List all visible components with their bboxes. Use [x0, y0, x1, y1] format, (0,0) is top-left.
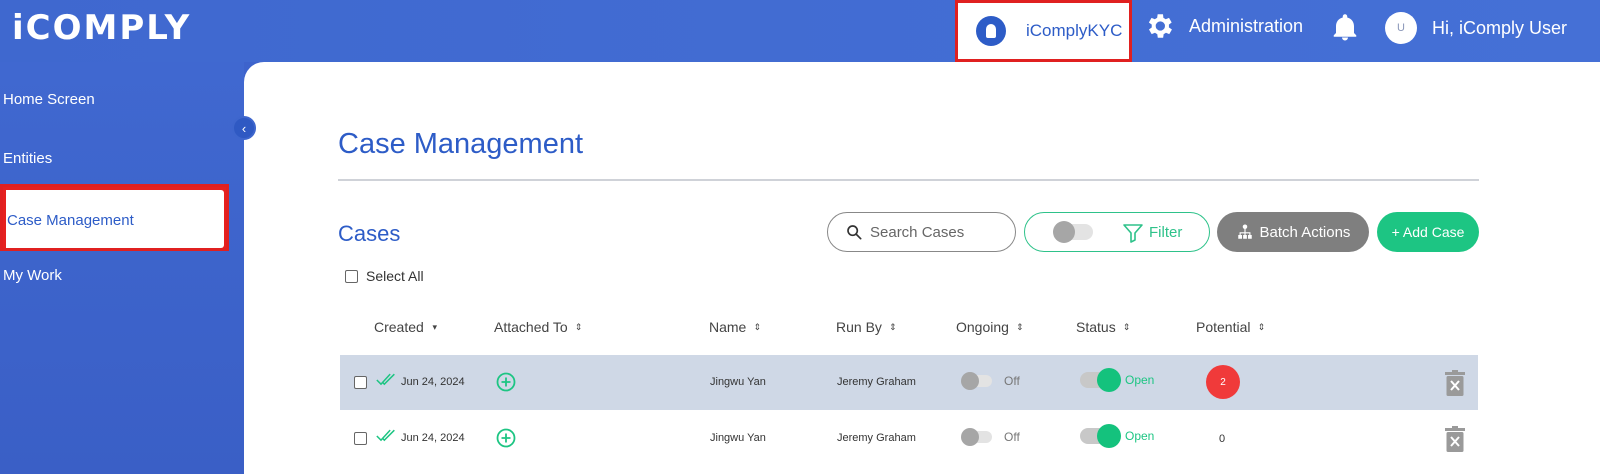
column-header-ongoing[interactable]: Ongoing ⇕: [956, 319, 1024, 335]
sidebar-item-label: Case Management: [7, 212, 134, 229]
sort-icon: ⇕: [574, 321, 583, 332]
sort-icon: ⇕: [1122, 321, 1131, 332]
cases-heading: Cases: [338, 221, 401, 246]
potential-badge[interactable]: 2: [1206, 365, 1240, 399]
ongoing-toggle[interactable]: [961, 428, 992, 446]
sidebar-item-my-work[interactable]: My Work: [3, 267, 62, 284]
status-toggle[interactable]: [1080, 368, 1121, 392]
select-all-checkbox[interactable]: [345, 269, 358, 283]
potential-value: 0: [1219, 433, 1226, 445]
trash-icon[interactable]: [1444, 426, 1466, 452]
sidebar-item-entities[interactable]: Entities: [3, 150, 52, 167]
kyc-label: iComplyKYC: [1026, 21, 1123, 40]
column-label: Run By: [836, 319, 882, 335]
created-date: Jun 24, 2024: [401, 432, 465, 444]
sort-down-icon: ▾: [432, 321, 438, 332]
run-by: Jeremy Graham: [837, 432, 916, 444]
run-by: Jeremy Graham: [837, 376, 916, 388]
add-attachment-icon[interactable]: [496, 428, 516, 448]
avatar: U: [1385, 12, 1417, 44]
page-title: Case Management: [338, 128, 584, 160]
trash-icon[interactable]: [1444, 370, 1466, 396]
sidebar-item-home-screen[interactable]: Home Screen: [3, 91, 95, 108]
column-label: Created: [374, 319, 424, 335]
filter-button[interactable]: Filter: [1024, 212, 1210, 252]
ongoing-toggle[interactable]: [961, 372, 992, 390]
double-check-icon: [376, 429, 395, 442]
column-header-run-by[interactable]: Run By ⇕: [836, 319, 897, 335]
user-greeting: Hi, iComply User: [1432, 17, 1568, 38]
sort-icon: ⇕: [1016, 321, 1024, 332]
funnel-icon: [1123, 224, 1143, 243]
batch-actions-button[interactable]: Batch Actions: [1217, 212, 1369, 252]
sidebar: Home Screen Entities Case Management My …: [0, 62, 244, 474]
ongoing-label: Off: [1004, 374, 1020, 388]
column-header-name[interactable]: Name ⇕: [709, 319, 761, 335]
case-name: Jingwu Yan: [710, 432, 766, 444]
select-all-label: Select All: [366, 268, 424, 284]
column-label: Status: [1076, 319, 1116, 335]
column-header-attached-to[interactable]: Attached To ⇕: [494, 319, 583, 335]
bell-icon[interactable]: [1330, 12, 1360, 44]
status-toggle[interactable]: [1080, 424, 1121, 448]
add-case-button[interactable]: + Add Case: [1377, 212, 1479, 252]
column-label: Potential: [1196, 319, 1251, 335]
title-divider: [338, 179, 1479, 181]
case-name: Jingwu Yan: [710, 376, 766, 388]
column-header-potential[interactable]: Potential ⇕: [1196, 319, 1265, 335]
search-icon: [847, 225, 862, 240]
column-label: Attached To: [494, 319, 568, 335]
status-label: Open: [1125, 429, 1155, 443]
icomplykyc-button[interactable]: iComplyKYC: [955, 0, 1132, 62]
column-label: Name: [709, 319, 747, 335]
add-attachment-icon[interactable]: [496, 372, 516, 392]
select-all[interactable]: Select All: [345, 268, 424, 284]
row-checkbox[interactable]: [354, 432, 367, 445]
app-logo[interactable]: iCOMPLY: [12, 8, 191, 48]
table-row[interactable]: Jun 24, 2024 Jingwu Yan Jeremy Graham Of…: [340, 355, 1478, 410]
column-header-created[interactable]: Created ▾: [374, 319, 439, 335]
administration-button[interactable]: Administration: [1143, 10, 1303, 42]
row-checkbox[interactable]: [354, 376, 367, 389]
sidebar-item-case-management[interactable]: Case Management: [0, 184, 229, 251]
search-input[interactable]: Search Cases: [827, 212, 1016, 252]
top-bar: iCOMPLY iComplyKYC Administration U Hi, …: [0, 0, 1600, 62]
column-header-status[interactable]: Status ⇕: [1076, 319, 1131, 335]
double-check-icon: [376, 373, 395, 386]
user-menu[interactable]: U Hi, iComply User: [1385, 12, 1567, 44]
batch-actions-label: Batch Actions: [1259, 223, 1351, 241]
status-label: Open: [1125, 373, 1155, 387]
gear-icon: [1148, 14, 1172, 38]
sort-icon: ⇕: [1257, 321, 1266, 332]
sort-icon: ⇕: [889, 321, 897, 332]
table-row[interactable]: Jun 24, 2024 Jingwu Yan Jeremy Graham Of…: [340, 411, 1478, 466]
kyc-logo-icon: [976, 16, 1006, 46]
sidebar-active-background: Case Management: [6, 190, 224, 248]
filter-label: Filter: [1149, 224, 1183, 241]
search-placeholder: Search Cases: [870, 223, 965, 241]
sort-icon: ⇕: [753, 321, 762, 332]
sidebar-collapse-button[interactable]: ‹: [232, 116, 256, 140]
main-content: Case Management Cases Select All Search …: [244, 62, 1600, 474]
ongoing-label: Off: [1004, 430, 1020, 444]
filter-toggle[interactable]: [1053, 221, 1093, 243]
created-date: Jun 24, 2024: [401, 376, 465, 388]
column-label: Ongoing: [956, 319, 1009, 335]
administration-label: Administration: [1189, 15, 1304, 36]
hierarchy-icon: [1237, 224, 1252, 239]
